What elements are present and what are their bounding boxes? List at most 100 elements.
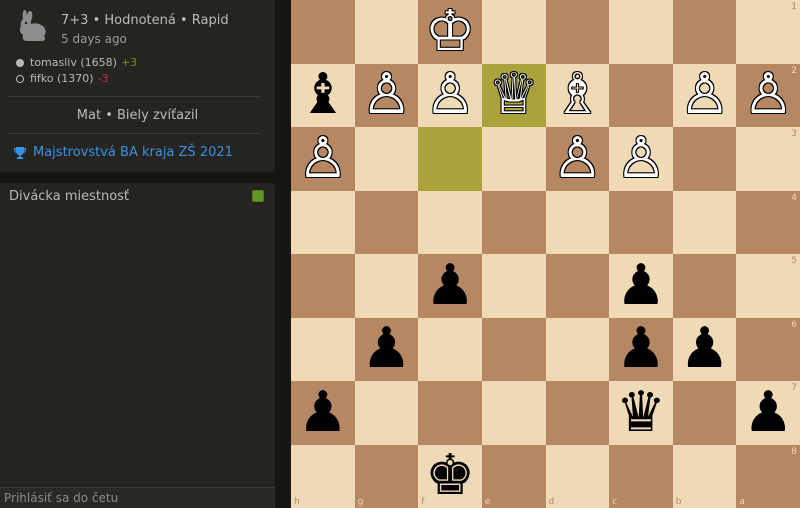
square-e4[interactable] [481,190,546,254]
square-h8[interactable]: h [291,444,355,508]
square-a4[interactable]: 4 [736,190,800,254]
square-d8[interactable]: d [545,444,610,508]
black-pawn-icon[interactable]: ♟ [616,321,666,377]
square-h1[interactable] [291,0,355,64]
white-pawn-icon[interactable]: ♙ [361,67,411,123]
square-a6[interactable]: 6 [736,317,800,381]
square-g8[interactable]: g [354,444,419,508]
black-pawn-icon[interactable]: ♟ [298,384,348,441]
square-g2[interactable]: ♙ [354,63,419,127]
square-f6[interactable] [418,317,482,381]
square-h7[interactable]: ♟ [291,381,355,445]
square-b3[interactable] [672,127,737,191]
square-f7[interactable] [418,381,482,445]
square-c1[interactable] [609,0,673,64]
square-d5[interactable] [545,254,610,318]
square-g1[interactable] [354,0,419,64]
square-e1[interactable] [481,0,546,64]
square-d6[interactable] [545,317,610,381]
square-g7[interactable] [354,381,419,445]
square-f4[interactable] [418,190,482,254]
square-f3[interactable] [418,127,482,191]
file-label: e [484,497,491,507]
square-c6[interactable]: ♟ [609,317,673,381]
square-c5[interactable]: ♟ [609,254,673,318]
square-a1[interactable]: 1 [736,0,800,64]
square-h3[interactable]: ♙ [291,127,355,191]
white-pawn-icon[interactable]: ♙ [552,130,602,187]
black-queen-icon[interactable]: ♛ [616,384,666,441]
black-pawn-icon[interactable]: ♟ [679,321,729,377]
black-pawn-icon[interactable]: ♟ [361,321,411,377]
square-e2[interactable]: ♕ [481,63,546,127]
square-d7[interactable] [545,381,610,445]
rank-label: 4 [791,192,797,203]
white-pawn-icon[interactable]: ♙ [616,130,666,187]
square-a7[interactable]: ♟ 7 [736,381,800,445]
game-type: 7+3 • Hodnotená • Rapid [61,13,229,28]
square-d1[interactable] [545,0,610,64]
square-a5[interactable]: 5 [736,254,800,318]
chat-input[interactable]: Prihlásiť sa do četu [0,487,275,508]
square-h4[interactable] [291,190,355,254]
square-f8[interactable]: ♚ f [418,444,482,508]
black-pawn-icon[interactable]: ♟ [616,257,666,314]
player-white-name[interactable]: tomasliv (1658) [30,56,117,69]
white-bishop-icon[interactable]: ♗ [552,67,602,123]
square-c8[interactable]: c [609,444,673,508]
square-d2[interactable]: ♗ [545,63,610,127]
square-f1[interactable]: ♔ [418,0,482,64]
black-pawn-icon[interactable]: ♟ [425,257,475,314]
square-e3[interactable] [481,127,546,191]
square-g6[interactable]: ♟ [354,317,419,381]
square-f5[interactable]: ♟ [418,254,482,318]
square-a2[interactable]: ♙ 2 [736,63,800,127]
square-b8[interactable]: b [672,444,737,508]
square-b6[interactable]: ♟ [672,317,737,381]
black-king-icon[interactable]: ♚ [425,448,475,504]
chat-toggle[interactable] [252,190,264,202]
square-e8[interactable]: e [481,444,546,508]
square-g4[interactable] [354,190,419,254]
file-label: b [675,497,682,507]
square-c2[interactable] [609,63,673,127]
square-c7[interactable]: ♛ [609,381,673,445]
square-c3[interactable]: ♙ [609,127,673,191]
square-h6[interactable] [291,317,355,381]
square-f2[interactable]: ♙ [418,63,482,127]
square-h5[interactable] [291,254,355,318]
square-e5[interactable] [481,254,546,318]
rank-label: 7 [791,383,797,393]
player-black-name[interactable]: fifko (1370) [30,72,94,85]
square-e7[interactable] [481,381,546,445]
tournament-link[interactable]: Majstrovstvá BA kraja ZŠ 2021 [13,145,233,160]
white-queen-icon[interactable]: ♕ [489,67,539,123]
square-a3[interactable]: 3 [736,127,800,191]
black-bishop-icon[interactable]: ♝ [298,67,348,123]
white-pawn-icon[interactable]: ♙ [298,130,348,187]
square-d4[interactable] [545,190,610,254]
chess-board[interactable]: ♔ 1 ♝ ♙ ♙ ♕ ♗ ♙ ♙ 2 ♙ ♙ ♙ 3 4 ♟ ♟ 5 ♟ ♟ ♟ 6 ♟ ♛ ♟ 7 h g ♚ f e d c b 8 a [291,0,800,508]
square-g5[interactable] [354,254,419,318]
square-e6[interactable] [481,317,546,381]
square-a8[interactable]: 8a [736,444,800,508]
tournament-name[interactable]: Majstrovstvá BA kraja ZŠ 2021 [33,145,233,160]
square-b2[interactable]: ♙ [672,63,737,127]
white-king-icon[interactable]: ♔ [425,3,475,60]
square-b4[interactable] [672,190,737,254]
player-black[interactable]: fifko (1370) -3 [16,72,109,85]
square-g3[interactable] [354,127,419,191]
white-pawn-icon[interactable]: ♙ [679,67,729,123]
square-b7[interactable] [672,381,737,445]
square-h2[interactable]: ♝ [291,63,355,127]
player-white[interactable]: tomasliv (1658) +3 [16,56,137,69]
square-c4[interactable] [609,190,673,254]
file-label: d [548,497,555,507]
black-pawn-icon[interactable]: ♟ [743,384,793,441]
square-b5[interactable] [672,254,737,318]
white-pawn-icon[interactable]: ♙ [425,67,475,123]
square-d3[interactable]: ♙ [545,127,610,191]
game-info-panel: 7+3 • Hodnotená • Rapid 5 days ago tomas… [0,0,275,172]
square-b1[interactable] [672,0,737,64]
white-pawn-icon[interactable]: ♙ [743,67,793,123]
